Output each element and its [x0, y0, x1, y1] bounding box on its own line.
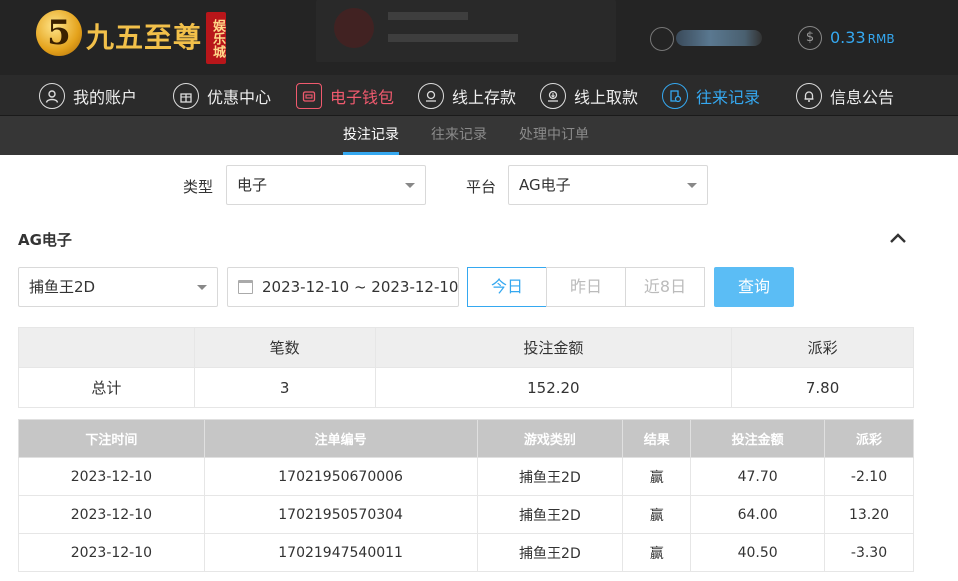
records-header-cell: 投注金额: [690, 419, 826, 458]
record-id: 17021950570304: [203, 495, 478, 534]
record-game: 捕鱼王2D: [476, 457, 624, 496]
summary-table: 笔数 投注金额 派彩 总计 3 152.20 7.80: [18, 327, 914, 408]
game-select[interactable]: 捕鱼王2D: [18, 267, 218, 307]
username-redacted: [676, 30, 762, 46]
nav-online-deposit[interactable]: 线上存款: [418, 75, 516, 116]
sub-nav: 投注记录 往来记录 处理中订单: [0, 116, 958, 155]
nav-label: 电子钱包: [330, 87, 395, 107]
date-range-value: 2023-12-10 ~ 2023-12-10: [262, 278, 459, 296]
notification-popup: [316, 0, 616, 62]
nav-label: 往来记录: [696, 87, 761, 107]
chevron-down-icon: [405, 183, 415, 188]
top-header: 5 九五至尊 娱乐城 $ 0.33 RMB: [0, 0, 958, 75]
logo-badge: 娱乐城: [206, 12, 227, 64]
user-icon: [39, 82, 65, 109]
summary-total-row: 总计 3 152.20 7.80: [18, 367, 914, 408]
record-game: 捕鱼王2D: [476, 495, 624, 534]
chevron-up-icon[interactable]: [888, 228, 908, 248]
record-result: 赢: [622, 533, 692, 572]
table-row[interactable]: 2023-12-10 17021947540011 捕鱼王2D 赢 40.50 …: [18, 533, 914, 572]
records-header-cell: 结果: [622, 419, 692, 458]
record-payout: -3.30: [824, 533, 914, 572]
deposit-icon: [418, 82, 444, 109]
record-id: 17021947540011: [203, 533, 478, 572]
logo-text: 九五至尊: [86, 21, 203, 54]
balance-amount: 0.33: [830, 28, 866, 47]
record-game: 捕鱼王2D: [476, 533, 624, 572]
record-result: 赢: [622, 495, 692, 534]
summary-header-row: 笔数 投注金额 派彩: [18, 327, 914, 368]
nav-transaction-records[interactable]: 往来记录: [662, 75, 760, 116]
section-title: AG电子: [18, 231, 72, 249]
record-payout: 13.20: [824, 495, 914, 534]
site-logo[interactable]: 5 九五至尊 娱乐城: [36, 10, 227, 66]
records-table: 下注时间 注单编号 游戏类别 结果 投注金额 派彩 2023-12-10 170…: [18, 419, 914, 572]
record-bet-amount: 64.00: [690, 495, 826, 534]
user-avatar-icon[interactable]: [650, 27, 674, 51]
chevron-down-icon: [687, 183, 697, 188]
records-header-row: 下注时间 注单编号 游戏类别 结果 投注金额 派彩: [18, 419, 914, 458]
records-header-cell: 游戏类别: [476, 419, 624, 458]
chevron-down-icon: [197, 285, 207, 290]
summary-cell: 3: [193, 367, 376, 408]
nav-announcements[interactable]: 信息公告: [796, 75, 894, 116]
wallet-icon: [296, 82, 322, 109]
nav-promotions[interactable]: 优惠中心: [173, 75, 271, 116]
tab-pending-orders[interactable]: 处理中订单: [519, 116, 589, 155]
nav-label: 信息公告: [830, 87, 895, 107]
records-header-cell: 派彩: [824, 419, 914, 458]
query-button[interactable]: 查询: [714, 267, 794, 307]
records-header-cell: 下注时间: [18, 419, 205, 458]
record-payout: -2.10: [824, 457, 914, 496]
table-row[interactable]: 2023-12-10 17021950570304 捕鱼王2D 赢 64.00 …: [18, 495, 914, 534]
nav-my-account[interactable]: 我的账户: [39, 75, 137, 116]
dollar-coin-icon: $: [798, 26, 822, 50]
bell-icon: [796, 82, 822, 109]
nav-label: 线上存款: [452, 87, 517, 107]
record-bet-amount: 47.70: [690, 457, 826, 496]
type-label: 类型: [183, 178, 214, 196]
quick-yesterday-button[interactable]: 昨日: [546, 267, 626, 307]
nav-e-wallet[interactable]: 电子钱包: [296, 75, 394, 116]
summary-cell: 7.80: [731, 367, 914, 408]
summary-cell: 152.20: [374, 367, 733, 408]
calendar-icon: [238, 280, 253, 294]
record-bet-amount: 40.50: [690, 533, 826, 572]
withdraw-icon: [540, 82, 566, 109]
type-select[interactable]: 电子: [226, 165, 426, 205]
balance-currency: RMB: [867, 32, 895, 46]
date-range-input[interactable]: 2023-12-10 ~ 2023-12-10: [227, 267, 459, 307]
tab-transaction-records[interactable]: 往来记录: [431, 116, 487, 155]
game-select-value: 捕鱼王2D: [29, 278, 96, 296]
nav-label: 优惠中心: [207, 87, 272, 107]
summary-header-cell: 派彩: [731, 327, 914, 368]
nav-online-withdraw[interactable]: 线上取款: [540, 75, 638, 116]
quick-today-button[interactable]: 今日: [467, 267, 547, 307]
platform-select[interactable]: AG电子: [508, 165, 708, 205]
summary-header-cell: 投注金额: [374, 327, 733, 368]
balance-display: 0.33 RMB: [830, 28, 895, 47]
table-row[interactable]: 2023-12-10 17021950670006 捕鱼王2D 赢 47.70 …: [18, 457, 914, 496]
tab-bet-records[interactable]: 投注记录: [343, 116, 399, 155]
records-header-cell: 注单编号: [203, 419, 478, 458]
record-result: 赢: [622, 457, 692, 496]
platform-select-value: AG电子: [519, 176, 571, 194]
record-time: 2023-12-10: [18, 495, 205, 534]
notification-icon: [334, 8, 374, 48]
type-select-value: 电子: [237, 176, 268, 194]
record-time: 2023-12-10: [18, 533, 205, 572]
gift-icon: [173, 82, 199, 109]
quick-8days-button[interactable]: 近8日: [625, 267, 705, 307]
nav-label: 我的账户: [73, 87, 138, 107]
record-time: 2023-12-10: [18, 457, 205, 496]
record-icon: [662, 82, 688, 109]
logo-emblem: 5: [36, 10, 82, 56]
summary-header-cell: 笔数: [193, 327, 376, 368]
platform-label: 平台: [466, 178, 497, 196]
summary-cell: 总计: [18, 367, 195, 408]
record-id: 17021950670006: [203, 457, 478, 496]
summary-header-cell: [18, 327, 195, 368]
nav-label: 线上取款: [574, 87, 639, 107]
main-nav: 我的账户 优惠中心 电子钱包 线上存款 线上取款 往来记录 信息公告: [0, 75, 958, 116]
